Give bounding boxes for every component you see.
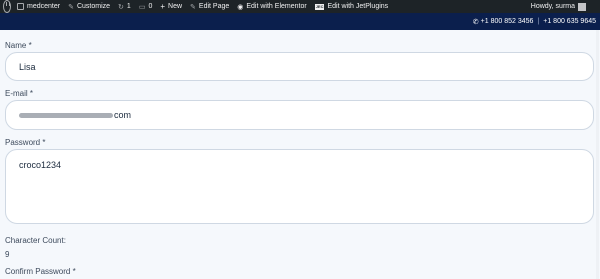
brush-icon: ✎ (68, 3, 74, 11)
elementor-icon: ◉ (237, 3, 244, 11)
new-content-link[interactable]: + New (160, 0, 182, 13)
wp-admin-bar: medcenter ✎ Customize ↻ 1 ▭ 0 + New ✎ Ed… (0, 0, 600, 13)
edit-elementor-link[interactable]: ◉ Edit with Elementor (237, 0, 306, 13)
avatar (578, 2, 586, 11)
edit-jetplugins-link[interactable]: JEC Edit with JetPlugins (314, 0, 389, 13)
email-value-suffix: com (114, 110, 132, 120)
password-value: croco1234 (19, 160, 62, 170)
customize-link[interactable]: ✎ Customize (68, 0, 110, 13)
name-value: Lisa (19, 61, 36, 72)
updates-link[interactable]: ↻ 1 (118, 0, 131, 13)
site-name-link[interactable]: medcenter (17, 0, 60, 13)
email-field[interactable]: com (5, 100, 594, 130)
email-label: E-mail * (5, 89, 34, 98)
redacted-email-blur (19, 112, 113, 118)
edit-page-label: Edit Page (198, 3, 230, 10)
name-field[interactable]: Lisa (5, 52, 594, 81)
phone-number-1[interactable]: +1 800 852 3456 (481, 18, 534, 25)
customize-label: Customize (76, 3, 111, 10)
jetplugins-icon: JEC (314, 3, 325, 10)
dashboard-icon (17, 3, 24, 10)
user-menu[interactable]: Howdy, surma (531, 0, 586, 13)
edit-elementor-label: Edit with Elementor (246, 3, 307, 10)
comments-link[interactable]: ▭ 0 (139, 0, 153, 13)
character-count-label: Character Count: (5, 236, 66, 245)
wordpress-logo-icon[interactable] (3, 0, 11, 13)
site-name-label: medcenter (27, 3, 61, 10)
howdy-label: Howdy, surma (530, 3, 575, 10)
edit-jetplugins-label: Edit with JetPlugins (327, 3, 389, 10)
phone-number-2[interactable]: +1 800 635 9645 (543, 18, 596, 25)
updates-count: 1 (126, 3, 131, 10)
updates-icon: ↻ (118, 3, 124, 11)
new-label: New (168, 3, 183, 10)
header-contact-bar: ✆ +1 800 852 3456 | +1 800 635 9645 (0, 13, 600, 30)
comments-count: 0 (148, 3, 153, 10)
page-scrollbar[interactable] (596, 30, 599, 279)
confirm-password-label: Confirm Password * (5, 267, 76, 276)
character-count-value: 9 (5, 250, 10, 259)
comment-icon: ▭ (138, 3, 146, 11)
pencil-icon: ✎ (190, 3, 196, 11)
phone-separator: | (537, 18, 540, 25)
edit-page-link[interactable]: ✎ Edit Page (190, 0, 229, 13)
name-label: Name * (5, 41, 32, 50)
password-label: Password * (5, 138, 46, 147)
password-field[interactable]: croco1234 (5, 149, 594, 224)
phone-icon: ✆ (472, 18, 479, 26)
plus-icon: + (160, 2, 166, 11)
